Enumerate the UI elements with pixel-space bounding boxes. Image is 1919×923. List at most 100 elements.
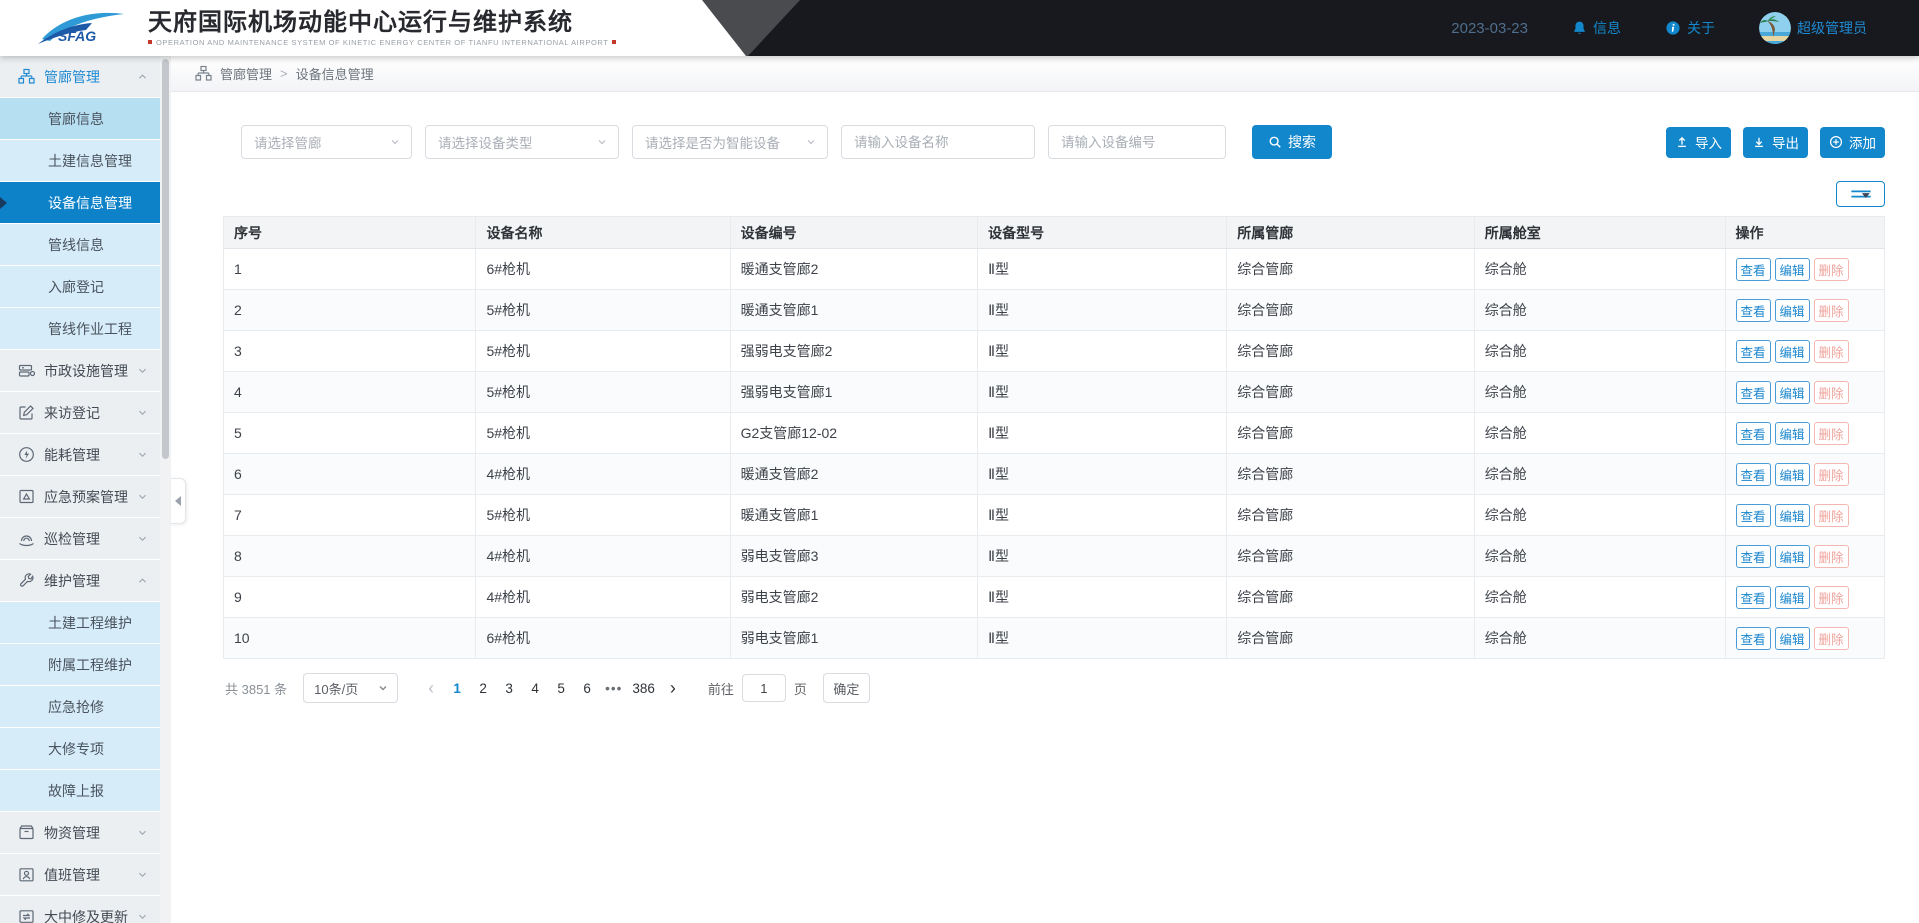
- prev-page-button[interactable]: ‹: [418, 679, 444, 697]
- import-button[interactable]: 导入: [1666, 127, 1731, 158]
- edit-row-button[interactable]: 编辑: [1775, 422, 1810, 445]
- column-header-所属管廊: 所属管廊: [1227, 217, 1474, 249]
- sidebar-item-label: 设备信息管理: [48, 193, 132, 213]
- edit-row-button[interactable]: 编辑: [1775, 545, 1810, 568]
- export-button[interactable]: 导出: [1743, 127, 1808, 158]
- sidebar-item-应急预案管理[interactable]: 应急预案管理: [0, 476, 160, 518]
- sidebar-item-管线信息[interactable]: 管线信息: [0, 224, 160, 266]
- view-row-button[interactable]: 查看: [1736, 422, 1771, 445]
- page-number-3[interactable]: 3: [496, 681, 522, 696]
- sidebar-item-label: 土建工程维护: [48, 613, 132, 633]
- view-row-button[interactable]: 查看: [1736, 258, 1771, 281]
- breadcrumb-root[interactable]: 管廊管理: [220, 64, 272, 83]
- page-number-386[interactable]: 386: [627, 681, 660, 696]
- search-button-label: 搜索: [1288, 132, 1316, 152]
- page-number-1[interactable]: 1: [444, 681, 470, 696]
- sidebar-item-管线作业工程[interactable]: 管线作业工程: [0, 308, 160, 350]
- sidebar-item-大修专项[interactable]: 大修专项: [0, 728, 160, 770]
- sidebar-item-市政设施管理[interactable]: 市政设施管理: [0, 350, 160, 392]
- sidebar-item-土建工程维护[interactable]: 土建工程维护: [0, 602, 160, 644]
- goto-page-input[interactable]: [742, 674, 786, 702]
- sidebar-scrollbar-thumb[interactable]: [162, 59, 169, 459]
- delete-row-button[interactable]: 删除: [1814, 299, 1849, 322]
- edit-row-button[interactable]: 编辑: [1775, 340, 1810, 363]
- table-cell: 4#枪机: [476, 454, 730, 495]
- view-row-button[interactable]: 查看: [1736, 299, 1771, 322]
- edit-row-button[interactable]: 编辑: [1775, 586, 1810, 609]
- sidebar-item-值班管理[interactable]: 值班管理: [0, 854, 160, 896]
- row-actions: 查看编辑删除: [1736, 258, 1875, 281]
- delete-row-button[interactable]: 删除: [1814, 586, 1849, 609]
- table-cell: 10: [224, 618, 476, 659]
- about-link[interactable]: 关于: [1665, 18, 1715, 38]
- table-cell: 综合管廊: [1227, 331, 1474, 372]
- sidebar-item-维护管理[interactable]: 维护管理: [0, 560, 160, 602]
- view-row-button[interactable]: 查看: [1736, 627, 1771, 650]
- edit-row-button[interactable]: 编辑: [1775, 381, 1810, 404]
- sidebar-item-来访登记[interactable]: 来访登记: [0, 392, 160, 434]
- svg-text:SFAG: SFAG: [58, 28, 96, 44]
- chevron-down-icon: [137, 491, 148, 502]
- delete-row-button[interactable]: 删除: [1814, 463, 1849, 486]
- active-item-marker-icon: [0, 197, 7, 209]
- sidebar-item-附属工程维护[interactable]: 附属工程维护: [0, 644, 160, 686]
- edit-row-button[interactable]: 编辑: [1775, 627, 1810, 650]
- page-number-5[interactable]: 5: [548, 681, 574, 696]
- device-type-select[interactable]: 请选择设备类型: [425, 125, 619, 159]
- sidebar-item-物资管理[interactable]: 物资管理: [0, 812, 160, 854]
- import-button-label: 导入: [1695, 132, 1722, 152]
- delete-row-button[interactable]: 删除: [1814, 422, 1849, 445]
- add-button[interactable]: 添加: [1820, 127, 1885, 158]
- sidebar-item-入廊登记[interactable]: 入廊登记: [0, 266, 160, 308]
- delete-row-button[interactable]: 删除: [1814, 504, 1849, 527]
- confirm-button[interactable]: 确定: [823, 673, 870, 703]
- view-row-button[interactable]: 查看: [1736, 586, 1771, 609]
- delete-row-button[interactable]: 删除: [1814, 381, 1849, 404]
- edit-row-button[interactable]: 编辑: [1775, 299, 1810, 322]
- sidebar-item-大中修及更新[interactable]: 大中修及更新: [0, 896, 160, 923]
- view-row-button[interactable]: 查看: [1736, 381, 1771, 404]
- corridor-select[interactable]: 请选择管廊: [241, 125, 412, 159]
- table-cell: Ⅱ型: [978, 618, 1227, 659]
- view-row-button[interactable]: 查看: [1736, 340, 1771, 363]
- inspection-icon: [18, 530, 35, 547]
- page-number-4[interactable]: 4: [522, 681, 548, 696]
- sidebar-item-管廊管理[interactable]: 管廊管理: [0, 56, 160, 98]
- sidebar-scrollbar[interactable]: [160, 56, 171, 923]
- sidebar-item-巡检管理[interactable]: 巡检管理: [0, 518, 160, 560]
- app-header: SFAG 天府国际机场动能中心运行与维护系统 OPERATION AND MAI…: [0, 0, 1919, 56]
- delete-row-button[interactable]: 删除: [1814, 258, 1849, 281]
- view-row-button[interactable]: 查看: [1736, 504, 1771, 527]
- next-page-button[interactable]: ›: [660, 679, 686, 697]
- sidebar-item-应急抢修[interactable]: 应急抢修: [0, 686, 160, 728]
- messages-link[interactable]: 信息: [1572, 18, 1621, 38]
- sidebar-item-土建信息管理[interactable]: 土建信息管理: [0, 140, 160, 182]
- table-cell: 暖通支管廊1: [730, 290, 977, 331]
- sidebar-item-故障上报[interactable]: 故障上报: [0, 770, 160, 812]
- device-code-input[interactable]: [1048, 125, 1226, 159]
- delete-row-button[interactable]: 删除: [1814, 340, 1849, 363]
- page-size-select[interactable]: 10条/页: [303, 673, 398, 703]
- column-settings-button[interactable]: [1836, 181, 1885, 207]
- view-row-button[interactable]: 查看: [1736, 463, 1771, 486]
- sidebar-collapse-handle[interactable]: [171, 478, 186, 524]
- sidebar-item-能耗管理[interactable]: 能耗管理: [0, 434, 160, 476]
- delete-row-button[interactable]: 删除: [1814, 545, 1849, 568]
- smart-device-select[interactable]: 请选择是否为智能设备: [632, 125, 828, 159]
- edit-row-button[interactable]: 编辑: [1775, 258, 1810, 281]
- sidebar-item-设备信息管理[interactable]: 设备信息管理: [0, 182, 160, 224]
- smart-device-select-placeholder: 请选择是否为智能设备: [645, 132, 780, 152]
- device-name-input[interactable]: [841, 125, 1035, 159]
- page-number-2[interactable]: 2: [470, 681, 496, 696]
- delete-row-button[interactable]: 删除: [1814, 627, 1849, 650]
- edit-row-button[interactable]: 编辑: [1775, 463, 1810, 486]
- search-button[interactable]: 搜索: [1252, 125, 1332, 159]
- page-number-6[interactable]: 6: [574, 681, 600, 696]
- view-row-button[interactable]: 查看: [1736, 545, 1771, 568]
- user-menu[interactable]: 超级管理员: [1759, 12, 1867, 44]
- table-cell-actions: 查看编辑删除: [1725, 290, 1885, 331]
- sidebar-item-管廊信息[interactable]: 管廊信息: [0, 98, 160, 140]
- table-cell: 6#枪机: [476, 618, 730, 659]
- column-header-设备编号: 设备编号: [730, 217, 977, 249]
- edit-row-button[interactable]: 编辑: [1775, 504, 1810, 527]
